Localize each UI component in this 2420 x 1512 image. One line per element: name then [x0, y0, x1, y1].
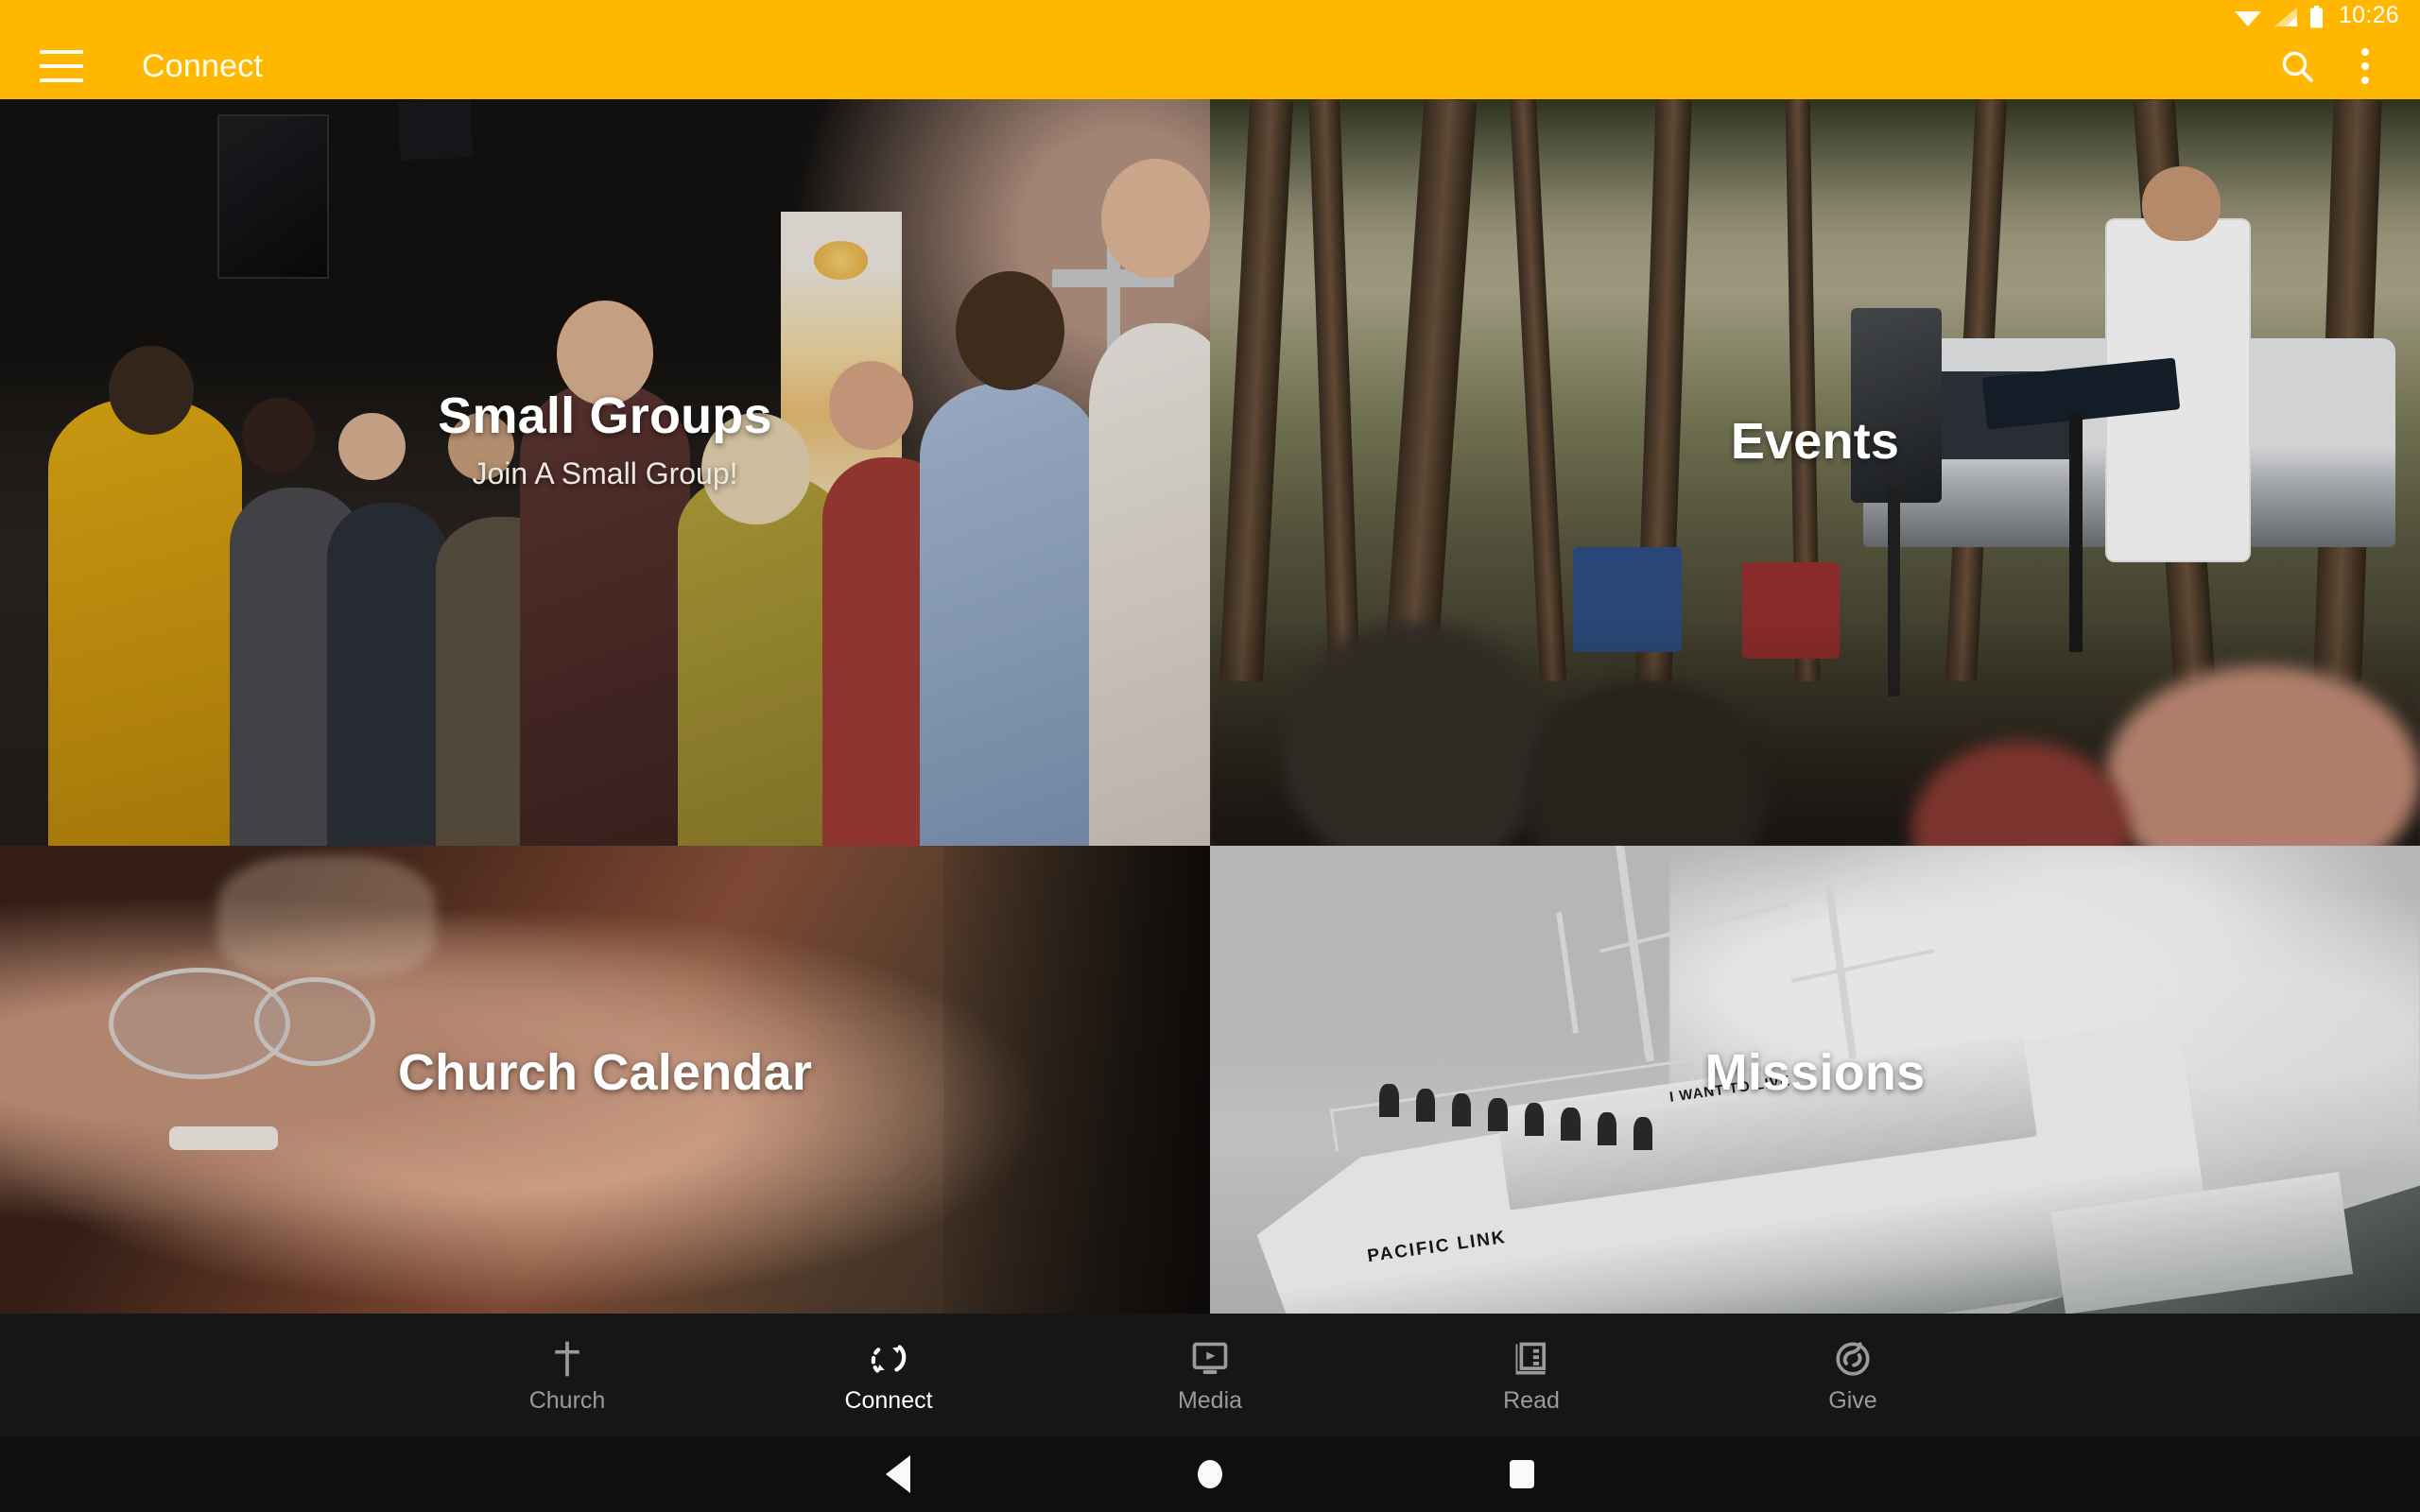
system-back-button[interactable]	[742, 1436, 1054, 1512]
card-church-calendar[interactable]: Church Calendar	[0, 846, 1210, 1314]
nav-label-media: Media	[1177, 1386, 1243, 1414]
card-title: Church Calendar	[397, 1044, 813, 1102]
page-title: Connect	[142, 47, 264, 84]
android-system-navigation-bar	[0, 1436, 2420, 1512]
overflow-menu-button[interactable]	[2331, 32, 2399, 100]
card-title: Missions	[1704, 1044, 1926, 1102]
nav-item-media[interactable]: Media	[1049, 1314, 1371, 1436]
battery-icon	[2309, 5, 2323, 27]
app-screen: 10:26 Connect Small Groups Join A Small …	[0, 0, 2420, 1512]
nav-item-church[interactable]: Church	[406, 1314, 728, 1436]
card-subtitle: Join A Small Group!	[472, 455, 738, 490]
sync-arrows-icon	[871, 1344, 907, 1373]
home-circle-icon	[1198, 1460, 1222, 1488]
nav-item-read[interactable]: Read	[1371, 1314, 1692, 1436]
status-bar-clock: 10:26	[2338, 2, 2399, 28]
hamburger-menu-icon[interactable]	[40, 50, 83, 82]
wifi-icon	[2234, 10, 2261, 26]
system-recents-button[interactable]	[1366, 1436, 1678, 1512]
search-icon	[2282, 51, 2313, 82]
status-bar: 10:26	[0, 0, 2420, 33]
cross-icon	[555, 1341, 579, 1376]
card-title: Small Groups	[438, 387, 772, 445]
monitor-play-icon	[1192, 1342, 1228, 1374]
giving-circle-icon	[1836, 1341, 1870, 1376]
search-button[interactable]	[2263, 32, 2331, 100]
nav-item-give[interactable]: Give	[1692, 1314, 2014, 1436]
card-events[interactable]: Events	[1210, 99, 2420, 846]
card-small-groups[interactable]: Small Groups Join A Small Group!	[0, 99, 1210, 846]
back-triangle-icon	[886, 1455, 910, 1493]
card-title: Events	[1730, 412, 1900, 470]
cellular-signal-icon	[2273, 7, 2297, 26]
connect-card-grid: Small Groups Join A Small Group! Events …	[0, 99, 2420, 1314]
bottom-navigation-bar: Church Connect Media Read Give	[0, 1314, 2420, 1436]
card-missions[interactable]: I WANT TO LIVE PACIFIC LINK Missions	[1210, 846, 2420, 1314]
overflow-menu-icon	[2361, 48, 2369, 84]
nav-label-church: Church	[528, 1386, 606, 1414]
book-icon	[1515, 1342, 1547, 1374]
card-scrim	[1210, 99, 2420, 846]
app-bar: Connect	[0, 33, 2420, 99]
recents-square-icon	[1510, 1460, 1534, 1488]
nav-label-connect: Connect	[844, 1386, 933, 1414]
system-home-button[interactable]	[1054, 1436, 1366, 1512]
nav-label-give: Give	[1828, 1386, 1877, 1414]
nav-label-read: Read	[1503, 1386, 1560, 1414]
nav-item-connect[interactable]: Connect	[728, 1314, 1049, 1436]
